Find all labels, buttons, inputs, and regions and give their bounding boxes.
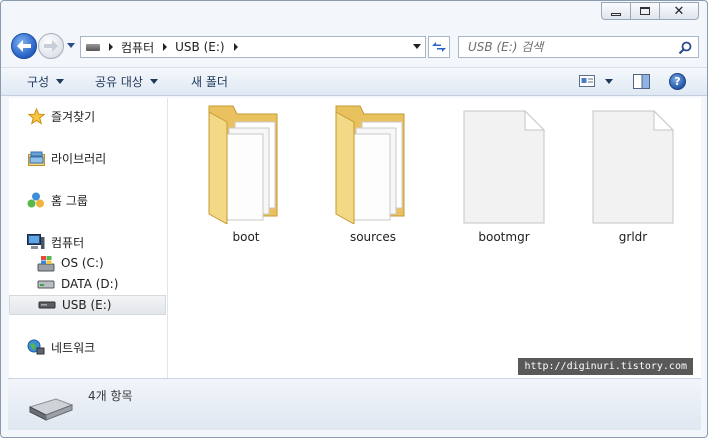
back-button[interactable] — [11, 33, 37, 59]
refresh-icon — [432, 42, 446, 52]
address-bar[interactable]: 컴퓨터 USB (E:) — [80, 36, 426, 58]
item-name: grldr — [618, 230, 648, 244]
explorer-window: ✕ 컴퓨터 USB (E:) USB (E:) 검색 구성 공유 대상 새 폴더… — [0, 0, 708, 438]
file-icon — [463, 110, 545, 224]
search-input[interactable] — [468, 40, 668, 54]
organize-button[interactable]: 구성 — [27, 68, 65, 95]
usb-drive-icon — [28, 398, 74, 421]
chevron-down-icon — [56, 79, 65, 84]
windows-drive-icon — [37, 254, 55, 272]
usb-drive-icon — [38, 296, 56, 314]
star-icon — [27, 107, 45, 125]
folder-icon — [335, 105, 405, 224]
nav-network-label: 네트워크 — [51, 340, 96, 355]
close-icon: ✕ — [673, 3, 685, 19]
nav-libraries-label: 라이브러리 — [51, 151, 107, 166]
file-item-grldr[interactable]: grldr — [578, 110, 688, 244]
folder-icon — [208, 105, 278, 224]
nav-computer-label: 컴퓨터 — [51, 235, 85, 250]
breadcrumb-separator-icon[interactable] — [109, 43, 113, 51]
help-button[interactable]: ? — [669, 73, 686, 90]
refresh-button[interactable] — [428, 36, 450, 58]
maximize-button[interactable] — [630, 2, 660, 20]
address-dropdown-icon[interactable] — [413, 44, 421, 49]
forward-button[interactable] — [38, 33, 64, 59]
nav-drive-e[interactable]: USB (E:) — [9, 295, 166, 315]
breadcrumb-separator-icon[interactable] — [233, 43, 238, 51]
preview-pane-button[interactable] — [633, 74, 650, 92]
search-box[interactable] — [458, 36, 699, 58]
close-button[interactable]: ✕ — [659, 2, 699, 20]
nav-drive-e-label: USB (E:) — [62, 298, 112, 312]
folder-item-boot[interactable]: boot — [191, 104, 301, 244]
help-icon: ? — [674, 75, 681, 88]
nav-network[interactable]: 네트워크 — [27, 337, 95, 357]
arrow-left-icon — [17, 40, 31, 52]
recent-pages-dropdown[interactable] — [67, 43, 75, 48]
item-name: sources — [349, 230, 397, 244]
arrow-right-icon — [44, 40, 58, 52]
watermark-text: http://diginuri.tistory.com — [518, 358, 693, 375]
computer-icon — [27, 233, 45, 251]
nav-libraries[interactable]: 라이브러리 — [27, 148, 106, 168]
nav-computer[interactable]: 컴퓨터 — [27, 232, 84, 252]
nav-drive-c[interactable]: OS (C:) — [37, 253, 104, 273]
file-item-bootmgr[interactable]: bootmgr — [449, 110, 559, 244]
caption-buttons: ✕ — [601, 2, 699, 20]
command-bar: 구성 공유 대상 새 폴더 ? — [1, 67, 707, 96]
preview-pane-icon — [633, 74, 650, 89]
breadcrumb-usb[interactable]: USB (E:) — [175, 40, 224, 54]
nav-homegroup[interactable]: 홈 그룹 — [27, 190, 88, 210]
network-icon — [27, 338, 45, 356]
chevron-down-icon — [149, 79, 158, 84]
view-icon — [579, 75, 595, 87]
share-label: 공유 대상 — [95, 75, 143, 89]
nav-favorites-label: 즐겨찾기 — [51, 109, 96, 124]
search-icon[interactable] — [678, 41, 692, 55]
nav-favorites[interactable]: 즐겨찾기 — [27, 106, 95, 126]
item-name: bootmgr — [478, 230, 530, 244]
folder-item-sources[interactable]: sources — [318, 104, 428, 244]
details-pane: 4개 항목 — [8, 378, 701, 430]
nav-drive-d[interactable]: DATA (D:) — [37, 274, 118, 294]
minimize-icon — [611, 12, 621, 16]
drive-icon — [86, 43, 100, 51]
item-count: 4개 항목 — [88, 389, 133, 403]
organize-label: 구성 — [27, 75, 50, 89]
library-icon — [27, 149, 45, 167]
file-list: boot sources bootmgr grldr http://diginu… — [168, 98, 701, 378]
breadcrumb-separator-icon[interactable] — [163, 43, 168, 51]
new-folder-button[interactable]: 새 폴더 — [191, 68, 228, 95]
nav-homegroup-label: 홈 그룹 — [51, 193, 88, 208]
new-folder-label: 새 폴더 — [191, 75, 228, 89]
homegroup-icon — [27, 191, 45, 209]
nav-drive-d-label: DATA (D:) — [61, 277, 119, 291]
hard-drive-icon — [37, 275, 55, 293]
maximize-icon — [640, 7, 650, 15]
minimize-button[interactable] — [601, 2, 631, 20]
nav-drive-c-label: OS (C:) — [61, 256, 104, 270]
share-button[interactable]: 공유 대상 — [95, 68, 158, 95]
item-name: boot — [232, 230, 260, 244]
navigation-pane: 즐겨찾기 라이브러리 홈 그룹 컴퓨터 OS (C:) DATA (D:) US… — [9, 98, 167, 378]
navigation-bar: 컴퓨터 USB (E:) — [1, 29, 707, 65]
chevron-down-icon — [605, 78, 613, 84]
breadcrumb-computer[interactable]: 컴퓨터 — [121, 39, 154, 56]
file-icon — [592, 110, 674, 224]
change-view-button[interactable] — [579, 74, 613, 88]
